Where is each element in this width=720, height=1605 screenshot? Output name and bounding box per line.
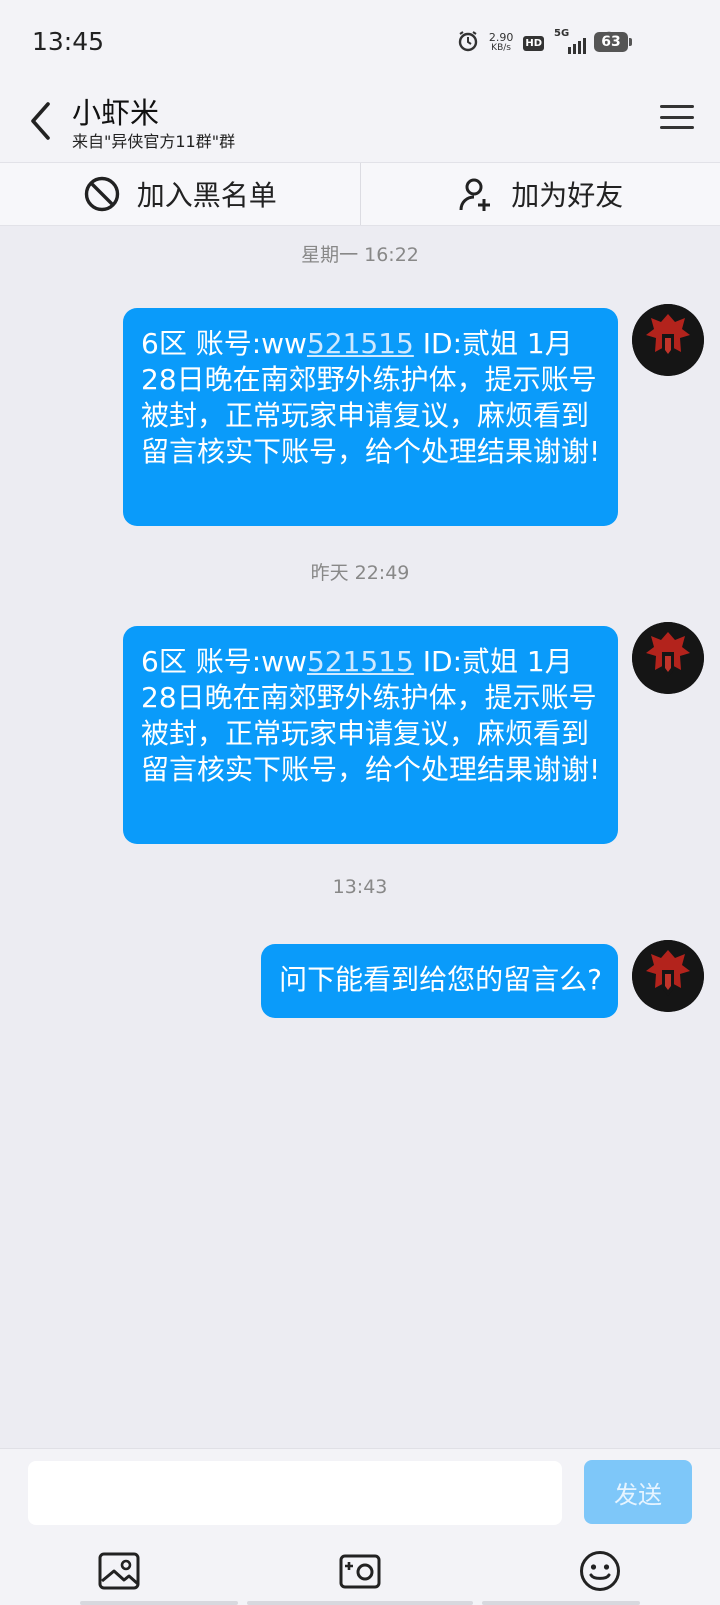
menu-icon[interactable] bbox=[660, 100, 694, 134]
signal-icon: 5G bbox=[554, 28, 586, 54]
status-time: 13:45 bbox=[32, 27, 105, 56]
message-bubble[interactable]: 问下能看到给您的留言么? bbox=[261, 944, 618, 1018]
emoji-icon[interactable] bbox=[578, 1549, 622, 1593]
message-bubble[interactable]: 6区 账号:ww521515 ID:贰姐 1月28日晚在南郊野外练护体，提示账号… bbox=[123, 308, 618, 526]
message-timestamp: 13:43 bbox=[332, 876, 388, 898]
add-user-icon bbox=[459, 178, 491, 211]
avatar[interactable] bbox=[632, 304, 704, 376]
chevron-left-icon bbox=[31, 102, 50, 140]
horde-emblem-icon bbox=[632, 940, 704, 1012]
status-bar: 13:45 2.90 KB/s HD 5G 63 bbox=[0, 0, 720, 86]
horde-emblem-icon bbox=[632, 304, 704, 376]
message-timestamp: 星期一 16:22 bbox=[301, 244, 419, 266]
panel-indicator bbox=[482, 1601, 640, 1605]
block-icon bbox=[84, 176, 119, 212]
message-link[interactable]: 521515 bbox=[307, 327, 414, 360]
message-timestamp: 昨天 22:49 bbox=[310, 562, 410, 584]
panel-indicator bbox=[80, 1601, 238, 1605]
network-label: 5G bbox=[554, 28, 570, 39]
camera-icon[interactable] bbox=[338, 1549, 382, 1593]
input-bar: 发送 bbox=[0, 1448, 720, 1605]
alarm-icon bbox=[457, 30, 479, 56]
add-friend-label: 加为好友 bbox=[511, 179, 624, 212]
avatar[interactable] bbox=[632, 940, 704, 1012]
avatar[interactable] bbox=[632, 622, 704, 694]
block-button[interactable]: 加入黑名单 bbox=[0, 163, 360, 225]
net-speed-value: 2.90 bbox=[488, 31, 514, 44]
back-button[interactable] bbox=[20, 96, 60, 146]
send-button[interactable]: 发送 bbox=[584, 1460, 692, 1524]
message-text: 6区 账号:ww bbox=[141, 327, 307, 360]
net-speed: 2.90 KB/s bbox=[488, 31, 514, 53]
action-bar: 加入黑名单 加为好友 bbox=[0, 162, 720, 226]
message-input[interactable] bbox=[28, 1461, 562, 1525]
panel-indicator bbox=[247, 1601, 473, 1605]
block-label: 加入黑名单 bbox=[136, 179, 277, 212]
image-icon[interactable] bbox=[97, 1549, 141, 1593]
contact-name: 小虾米 bbox=[72, 96, 160, 130]
message-link[interactable]: 521515 bbox=[307, 645, 414, 678]
contact-source: 来自"异侠官方11群"群 bbox=[72, 132, 236, 151]
horde-emblem-icon bbox=[632, 622, 704, 694]
message-text: 6区 账号:ww bbox=[141, 645, 307, 678]
message-text: 问下能看到给您的留言么? bbox=[279, 963, 602, 996]
hd-icon: HD bbox=[523, 35, 544, 51]
battery-icon: 63 bbox=[594, 32, 632, 52]
net-speed-unit: KB/s bbox=[491, 43, 511, 53]
chat-header: 小虾米 来自"异侠官方11群"群 bbox=[0, 86, 720, 162]
message-bubble[interactable]: 6区 账号:ww521515 ID:贰姐 1月28日晚在南郊野外练护体，提示账号… bbox=[123, 626, 618, 844]
add-friend-button[interactable]: 加为好友 bbox=[361, 163, 720, 225]
